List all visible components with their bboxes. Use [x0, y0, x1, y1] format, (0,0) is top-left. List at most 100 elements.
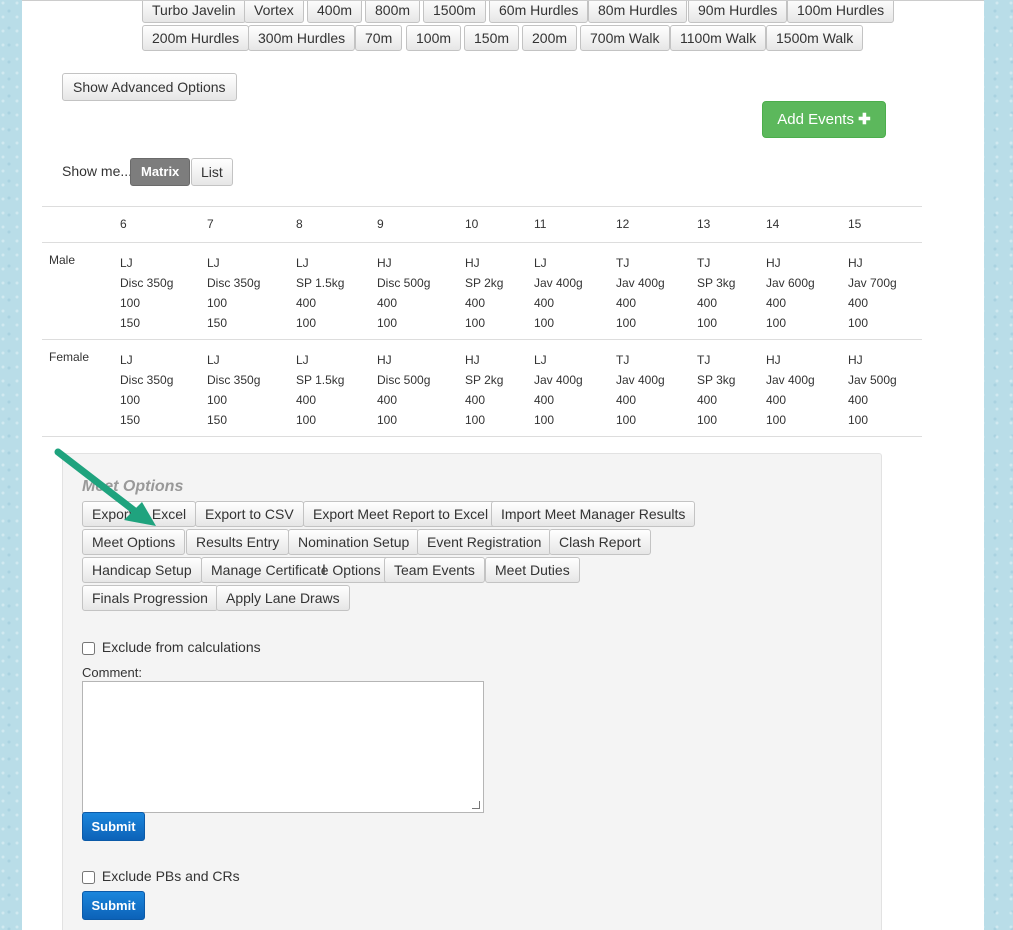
matrix-cell-line: TJ — [616, 353, 630, 367]
matrix-cell-line: 100 — [207, 296, 228, 310]
event-button-100m-hurdles[interactable]: 100m Hurdles — [787, 1, 895, 23]
matrix-cell-line: Disc 350g — [120, 276, 174, 290]
matrix-cell-line: 400 — [296, 296, 317, 310]
event-button-150m[interactable]: 150m — [464, 25, 520, 51]
page-container: Turbo Javelin Vortex 400m 800m 1500m 60m… — [22, 0, 984, 930]
matrix-cell-line: 400 — [848, 393, 869, 407]
event-matrix: 6 7 8 9 10 11 12 13 14 15 Male LJ Disc 35… — [42, 206, 922, 437]
event-button-200m-hurdles[interactable]: 200m Hurdles — [142, 25, 250, 51]
matrix-cell-line: Disc 350g — [207, 373, 261, 387]
export-to-excel-button[interactable]: Export to Excel — [82, 501, 197, 527]
matrix-cell-line: LJ — [296, 353, 309, 367]
manage-certificate-options-button[interactable]: Manage Certificate Options — [201, 557, 391, 583]
age-header: 11 — [534, 217, 547, 231]
meet-options-button[interactable]: Meet Options — [82, 529, 186, 555]
matrix-cell-line: LJ — [534, 353, 547, 367]
matrix-cell: HJ Jav 400g 400 100 — [766, 350, 815, 430]
matrix-cell-line: TJ — [697, 256, 711, 270]
matrix-cell-line: 150 — [207, 413, 228, 427]
import-meet-manager-button[interactable]: Import Meet Manager Results — [491, 501, 696, 527]
show-advanced-options-button[interactable]: Show Advanced Options — [62, 73, 237, 101]
resize-grip-icon[interactable] — [472, 801, 480, 809]
event-button-700m-walk[interactable]: 700m Walk — [580, 25, 670, 51]
matrix-cell-line: 150 — [207, 316, 228, 330]
exclude-calculations-checkbox[interactable] — [82, 641, 95, 655]
matrix-cell: HJ SP 2kg 400 100 — [465, 253, 503, 333]
event-button-turbo-javelin[interactable]: Turbo Javelin — [142, 1, 246, 23]
event-button-vortex[interactable]: Vortex — [244, 1, 304, 23]
matrix-cell-line: SP 1.5kg — [296, 276, 345, 290]
matrix-cell-line: 100 — [697, 316, 718, 330]
matrix-cell-line: 100 — [766, 316, 787, 330]
matrix-cell: TJ Jav 400g 400 100 — [616, 253, 665, 333]
exclude-pbs-checkbox[interactable] — [82, 870, 95, 884]
matrix-cell-line: LJ — [120, 353, 133, 367]
meet-duties-button[interactable]: Meet Duties — [485, 557, 580, 583]
event-button-60m-hurdles[interactable]: 60m Hurdles — [489, 1, 589, 23]
finals-progression-button[interactable]: Finals Progression — [82, 585, 218, 611]
matrix-cell-line: SP 3kg — [697, 373, 736, 387]
event-registration-button[interactable]: Event Registration — [417, 529, 552, 555]
event-button-400m[interactable]: 400m — [307, 1, 363, 23]
matrix-cell: LJ Disc 350g 100 150 — [120, 253, 173, 333]
submit-exclude-pbs-button[interactable]: Submit — [82, 891, 145, 920]
add-events-button[interactable]: Add Events ✚ — [762, 101, 886, 138]
exclude-pbs-label: Exclude PBs and CRs — [101, 868, 240, 884]
submit-comment-button[interactable]: Submit — [82, 812, 145, 841]
meet-options-panel: Meet Options Export to Excel Export to C… — [62, 453, 882, 930]
nomination-setup-button[interactable]: Nomination Setup — [288, 529, 420, 555]
matrix-cell: HJ Jav 600g 400 100 — [766, 253, 815, 333]
plus-icon: ✚ — [858, 111, 871, 128]
view-toggle-matrix[interactable]: Matrix — [130, 158, 191, 186]
event-button-100m[interactable]: 100m — [406, 25, 462, 51]
matrix-cell-line: HJ — [377, 256, 392, 270]
matrix-cell: HJ Disc 500g 400 100 — [377, 253, 430, 333]
view-toggle-list[interactable]: List — [191, 158, 233, 186]
comment-textarea[interactable] — [82, 681, 484, 813]
event-button-1500m[interactable]: 1500m — [423, 1, 486, 23]
matrix-cell-line: HJ — [465, 256, 480, 270]
handicap-setup-button[interactable]: Handicap Setup — [82, 557, 202, 583]
matrix-cell: LJ Jav 400g 400 100 — [534, 350, 583, 430]
matrix-cell-line: HJ — [848, 256, 863, 270]
matrix-cell: HJ Jav 500g 400 100 — [848, 350, 897, 430]
matrix-cell-line: 100 — [207, 393, 228, 407]
matrix-cell: LJ Disc 350g 100 150 — [120, 350, 173, 430]
team-events-button[interactable]: Team Events — [384, 557, 485, 583]
matrix-cell-line: LJ — [207, 353, 220, 367]
matrix-cell-line: Jav 400g — [766, 373, 815, 387]
matrix-cell-line: HJ — [848, 353, 863, 367]
event-button-1100m-walk[interactable]: 1100m Walk — [670, 25, 767, 51]
event-button-300m-hurdles[interactable]: 300m Hurdles — [248, 25, 356, 51]
event-button-800m[interactable]: 800m — [365, 1, 421, 23]
matrix-cell-line: Jav 400g — [534, 276, 583, 290]
matrix-cell-line: 100 — [534, 316, 555, 330]
export-meet-report-button[interactable]: Export Meet Report to Excel — [303, 501, 499, 527]
matrix-cell-line: Disc 500g — [377, 276, 431, 290]
matrix-cell: LJ SP 1.5kg 400 100 — [296, 350, 344, 430]
matrix-cell-line: Jav 400g — [616, 373, 665, 387]
apply-lane-draws-button[interactable]: Apply Lane Draws — [216, 585, 350, 611]
age-header: 6 — [120, 217, 127, 231]
event-button-90m-hurdles[interactable]: 90m Hurdles — [688, 1, 788, 23]
matrix-row-male: Male LJ Disc 350g 100 150 LJ Disc 350g 100 150 L… — [42, 243, 922, 340]
age-header: 9 — [377, 217, 384, 231]
gender-label: Female — [49, 350, 90, 364]
age-header: 8 — [296, 217, 303, 231]
matrix-cell-line: 100 — [296, 316, 317, 330]
event-button-80m-hurdles[interactable]: 80m Hurdles — [588, 1, 688, 23]
matrix-cell-line: 150 — [120, 316, 141, 330]
clash-report-button[interactable]: Clash Report — [549, 529, 651, 555]
export-to-csv-button[interactable]: Export to CSV — [195, 501, 304, 527]
exclude-calculations-row: Exclude from calculations — [82, 639, 261, 655]
event-button-70m[interactable]: 70m — [355, 25, 403, 51]
results-entry-button[interactable]: Results Entry — [186, 529, 290, 555]
matrix-cell: LJ Jav 400g 400 100 — [534, 253, 583, 333]
event-button-200m[interactable]: 200m — [522, 25, 578, 51]
matrix-cell-line: 400 — [766, 393, 787, 407]
age-header: 14 — [766, 217, 780, 231]
matrix-cell: HJ Jav 700g 400 100 — [848, 253, 897, 333]
matrix-cell-line: Jav 600g — [766, 276, 815, 290]
event-button-1500m-walk[interactable]: 1500m Walk — [766, 25, 864, 51]
matrix-cell-line: 100 — [766, 413, 787, 427]
